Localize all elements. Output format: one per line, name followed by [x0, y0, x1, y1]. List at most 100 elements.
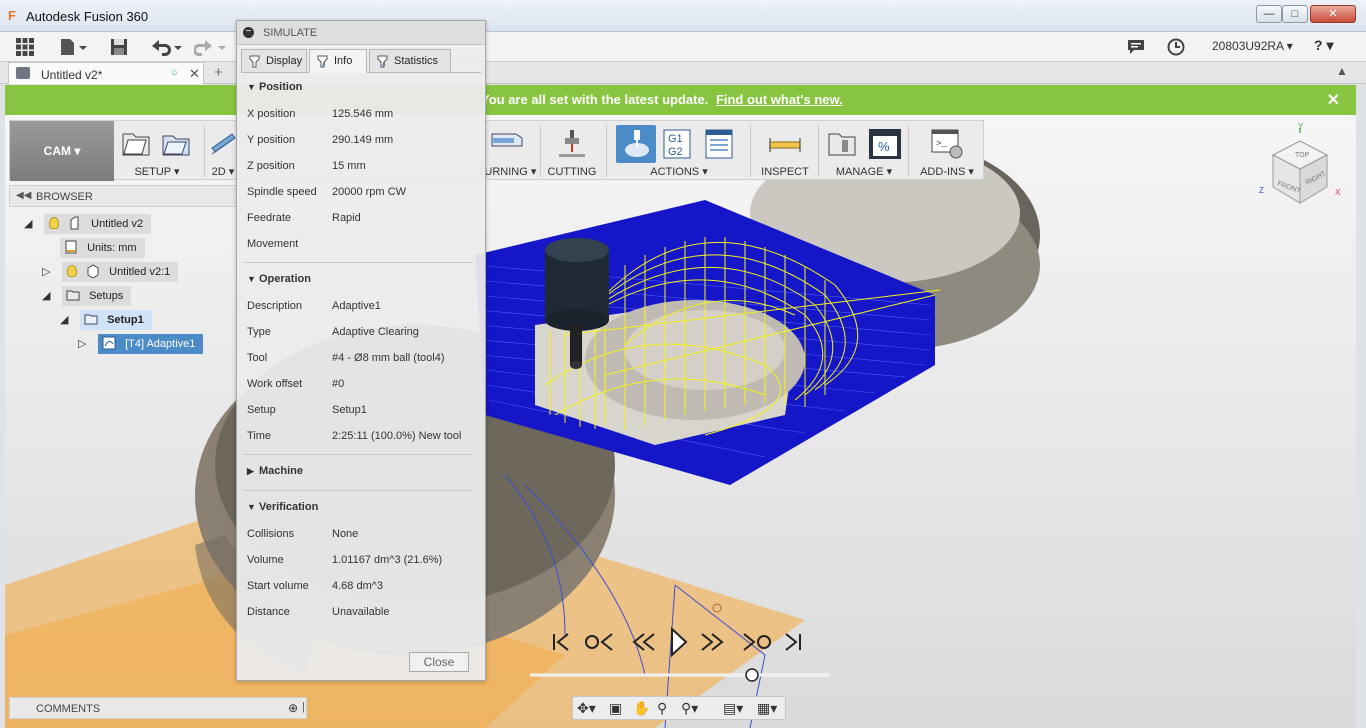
ribbon-group-inspect[interactable]: INSPECT	[754, 121, 816, 181]
simulate-active-button[interactable]	[616, 125, 656, 163]
prop-label: Movement	[247, 238, 299, 250]
visibility-bulb-icon[interactable]	[67, 265, 77, 278]
play-icon[interactable]	[671, 626, 688, 658]
quick-access-toolbar: 20803U92RA ▾ ? ▾	[0, 32, 1366, 62]
ribbon-label-manage: MANAGE ▾	[835, 166, 893, 178]
section-title: Operation	[259, 273, 311, 285]
maximize-button[interactable]: □	[1282, 5, 1308, 23]
prop-label: Collisions	[247, 528, 295, 540]
prop-value: #4 - Ø8 mm ball (tool4)	[332, 352, 445, 364]
tree-collapse-icon[interactable]: ◢	[24, 217, 32, 230]
file-menu-icon[interactable]	[60, 38, 88, 61]
svg-text:%: %	[878, 139, 890, 154]
svg-text:Z: Z	[1259, 186, 1264, 195]
tree-node-label: Untitled v2:1	[109, 266, 171, 278]
collapse-browser-icon[interactable]: ◀◀	[16, 190, 31, 201]
ribbon-group-setup[interactable]: SETUP ▾	[114, 121, 200, 181]
statistics-tab-icon: #	[377, 55, 388, 68]
go-to-start-icon[interactable]	[553, 633, 569, 651]
ribbon-group-actions[interactable]: G1 G2 ACTIONS ▾	[610, 121, 748, 181]
ribbon-group-cutting[interactable]: CUTTING	[542, 121, 602, 181]
tree-collapse-icon[interactable]: ◢	[60, 313, 68, 326]
prop-label: X position	[247, 108, 296, 120]
workspace-switcher[interactable]: CAM ▾	[10, 121, 114, 181]
banner-close-icon[interactable]: ✕	[1327, 90, 1340, 110]
browser-header[interactable]: ◀◀ BROWSER	[9, 185, 237, 207]
tree-node-adaptive1[interactable]: ▷ [T4] Adaptive1	[78, 334, 218, 354]
tab-label: Info	[334, 55, 353, 67]
section-position[interactable]: ▼ Position	[247, 81, 302, 93]
pan-hand-icon[interactable]: ✋	[633, 700, 650, 717]
adaptive-operation-icon	[102, 336, 116, 350]
tree-node-setup1[interactable]: ◢ Setup1	[60, 310, 170, 330]
simulation-timeline[interactable]	[530, 664, 830, 686]
tree-node-units[interactable]: Units: mm	[60, 238, 160, 258]
section-operation[interactable]: ▼ Operation	[247, 273, 311, 285]
ribbon-group-add-ins[interactable]: >_ ADD-INS ▾	[912, 121, 982, 181]
job-status-clock-icon[interactable]	[1167, 38, 1185, 61]
notifications-icon[interactable]	[1127, 38, 1145, 61]
tab-display[interactable]: Display	[241, 49, 307, 73]
display-settings-icon[interactable]: ▤▾	[723, 700, 743, 717]
zoom-window-icon[interactable]: ⚲▾	[681, 700, 698, 717]
section-machine[interactable]: ▶ Machine	[247, 465, 303, 477]
setup-icon	[122, 133, 150, 156]
tree-node-component[interactable]: ▷ Untitled v2:1	[42, 262, 192, 282]
go-to-end-icon[interactable]	[785, 633, 801, 651]
grid-settings-icon[interactable]: ▦▾	[757, 700, 777, 717]
document-tab[interactable]: Untitled v2* ○ ✕	[8, 62, 204, 84]
undo-icon[interactable]	[150, 38, 184, 61]
ribbon-separator	[204, 125, 205, 177]
save-icon[interactable]	[110, 38, 128, 61]
minimize-button[interactable]: —	[1256, 5, 1282, 23]
look-at-icon[interactable]: ▣	[609, 700, 622, 717]
zoom-icon[interactable]: ⚲	[657, 700, 667, 717]
new-tab-icon[interactable]: +	[214, 64, 223, 81]
collapse-caret-icon[interactable]: ▲	[1336, 64, 1348, 78]
viewcube[interactable]: Y TOP FRONT RIGHT Z X	[1255, 123, 1345, 213]
ribbon-group-manage[interactable]: % MANAGE ▾	[822, 121, 906, 181]
close-tab-icon[interactable]: ✕	[189, 66, 200, 82]
tab-info[interactable]: # Info	[309, 49, 367, 73]
ribbon-label-2d: 2D ▾	[211, 166, 235, 178]
cam-ribbon: CAM ▾ SETUP ▾ 2D ▾ TURNING ▾ CUTTING G1 G…	[9, 120, 984, 181]
viewcube-top-label: TOP	[1295, 152, 1310, 159]
close-simulate-button[interactable]: Close	[409, 652, 469, 672]
tree-expand-icon[interactable]: ▷	[78, 337, 86, 350]
tree-expand-icon[interactable]: ▷	[42, 265, 50, 278]
tree-node-pill: [T4] Adaptive1	[98, 334, 204, 354]
user-account-menu[interactable]: 20803U92RA ▾	[1212, 39, 1293, 53]
scripts-addins-icon: >_	[931, 129, 963, 159]
ribbon-group-2d[interactable]: 2D ▾	[208, 121, 238, 181]
step-forward-icon[interactable]	[701, 633, 724, 651]
2d-pocket-icon	[211, 133, 236, 155]
tree-collapse-icon[interactable]: ◢	[42, 289, 50, 302]
previous-operation-icon[interactable]	[585, 633, 613, 651]
visibility-bulb-icon[interactable]	[49, 217, 59, 230]
prop-label: Start volume	[247, 580, 309, 592]
ribbon-label-inspect: INSPECT	[761, 166, 809, 178]
collapse-panel-icon[interactable]: −	[243, 27, 254, 38]
measure-icon	[769, 138, 801, 152]
comments-bar[interactable]: COMMENTS ⊕ |	[9, 697, 307, 719]
timeline-slider-knob[interactable]	[745, 668, 759, 682]
next-operation-icon[interactable]	[743, 633, 771, 651]
whats-new-link[interactable]: Find out what's new.	[716, 92, 843, 107]
data-panel-grid-icon[interactable]	[16, 38, 34, 61]
close-window-button[interactable]: ✕	[1310, 5, 1356, 23]
help-menu[interactable]: ? ▾	[1314, 37, 1333, 54]
prop-value: 2:25:11 (100.0%) New tool	[332, 430, 462, 442]
tree-node-document[interactable]: ◢ Untitled v2	[24, 214, 174, 234]
document-settings-icon	[70, 216, 79, 230]
tree-node-setups[interactable]: ◢ Setups	[42, 286, 152, 306]
simulate-header[interactable]: − SIMULATE	[237, 21, 485, 45]
section-verification[interactable]: ▼ Verification	[247, 501, 318, 513]
step-back-icon[interactable]	[632, 633, 655, 651]
add-comment-icon[interactable]: ⊕	[288, 701, 298, 715]
prop-value: #0	[332, 378, 345, 390]
orbit-icon[interactable]: ✥▾	[577, 700, 596, 717]
redo-icon[interactable]	[193, 38, 228, 61]
tab-statistics[interactable]: # Statistics	[369, 49, 451, 73]
navigation-bar: ✥▾ ▣ ✋ ⚲ ⚲▾ ▤▾ ▦▾	[572, 696, 786, 720]
prop-label: Type	[247, 326, 271, 338]
